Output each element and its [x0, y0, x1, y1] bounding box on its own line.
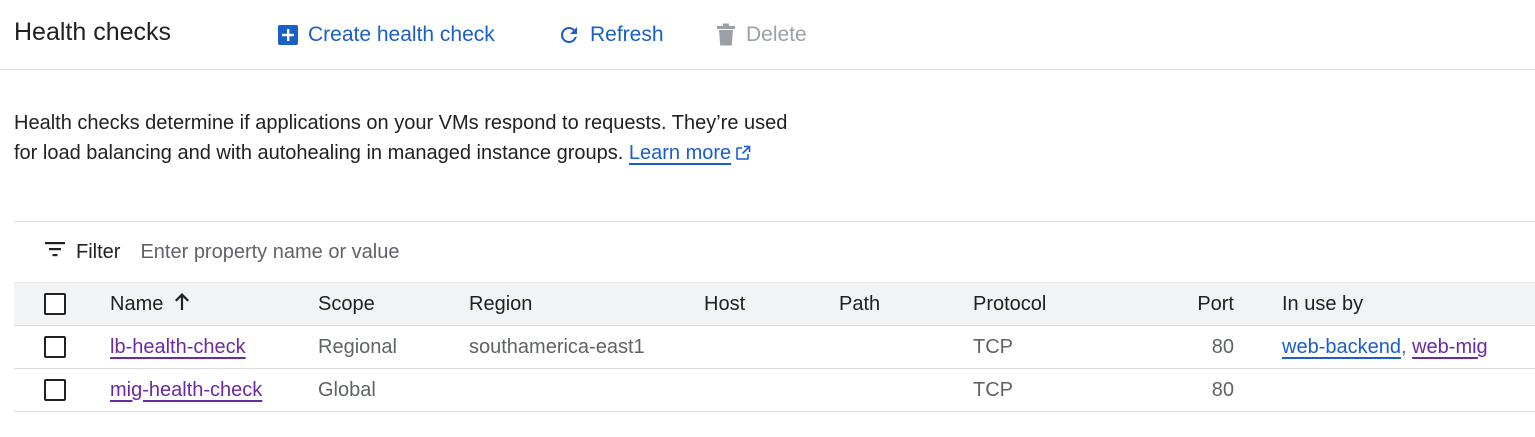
port-cell: 80: [1211, 378, 1234, 401]
page-title: Health checks: [14, 18, 172, 46]
health-check-name-link[interactable]: mig-health-check: [110, 379, 262, 402]
column-name-label: Name: [110, 292, 164, 315]
table-row: mig-health-check Global TCP 80: [14, 369, 1535, 412]
column-header-in-use-by[interactable]: In use by: [1282, 283, 1363, 325]
section-divider: [14, 221, 1535, 222]
column-header-path[interactable]: Path: [839, 283, 880, 325]
in-use-by-link[interactable]: web-mig: [1412, 336, 1488, 359]
in-use-by-separator: ,: [1400, 335, 1407, 358]
protocol-cell: TCP: [973, 335, 1013, 358]
protocol-cell: TCP: [973, 378, 1013, 401]
toolbar: Health checks Create health check Refres…: [0, 0, 1535, 70]
column-header-name[interactable]: Name: [110, 283, 191, 325]
refresh-label: Refresh: [590, 23, 664, 46]
filter-input[interactable]: [140, 240, 541, 264]
column-header-scope[interactable]: Scope: [318, 283, 375, 325]
column-header-port[interactable]: Port: [1133, 283, 1234, 325]
region-cell: southamerica-east1: [469, 335, 645, 358]
arrow-up-icon: [173, 291, 191, 317]
scope-cell: Regional: [318, 335, 397, 358]
row-checkbox-cell: [44, 369, 66, 411]
filter-label: Filter: [76, 240, 121, 263]
select-all-checkbox[interactable]: [44, 293, 66, 315]
table-row: lb-health-check Regional southamerica-ea…: [14, 326, 1535, 369]
row-checkbox-cell: [44, 326, 66, 368]
trash-icon: [715, 23, 737, 47]
external-link-icon: [735, 140, 751, 170]
health-check-name-link[interactable]: lb-health-check: [110, 336, 246, 359]
column-header-region[interactable]: Region: [469, 283, 532, 325]
refresh-icon: [557, 23, 581, 47]
filter-list-icon[interactable]: [44, 240, 66, 264]
in-use-by-link[interactable]: web-backend: [1282, 336, 1401, 359]
table-header-row: Name Scope Region Host Path Protocol Por…: [14, 282, 1535, 326]
filter-bar: Filter: [44, 236, 541, 268]
create-health-check-label: Create health check: [308, 23, 495, 46]
name-cell: mig-health-check: [110, 369, 262, 411]
create-health-check-button[interactable]: Create health check: [277, 20, 495, 50]
column-header-host[interactable]: Host: [704, 283, 745, 325]
add-box-icon: [277, 24, 299, 46]
page-description: Health checks determine if applications …: [14, 108, 804, 170]
delete-label: Delete: [746, 23, 807, 46]
scope-cell: Global: [318, 378, 376, 401]
learn-more-link[interactable]: Learn more: [629, 142, 731, 164]
in-use-by-cell: web-backend, web-mig: [1282, 326, 1488, 368]
name-cell: lb-health-check: [110, 326, 246, 368]
column-header-protocol[interactable]: Protocol: [973, 283, 1046, 325]
learn-more-label: Learn more: [628, 142, 732, 164]
port-cell: 80: [1211, 335, 1234, 358]
health-checks-table: Name Scope Region Host Path Protocol Por…: [14, 282, 1535, 412]
header-checkbox-cell: [44, 283, 66, 325]
row-checkbox[interactable]: [44, 379, 66, 401]
refresh-button[interactable]: Refresh: [557, 20, 664, 50]
row-checkbox[interactable]: [44, 336, 66, 358]
delete-button[interactable]: Delete: [715, 20, 807, 50]
